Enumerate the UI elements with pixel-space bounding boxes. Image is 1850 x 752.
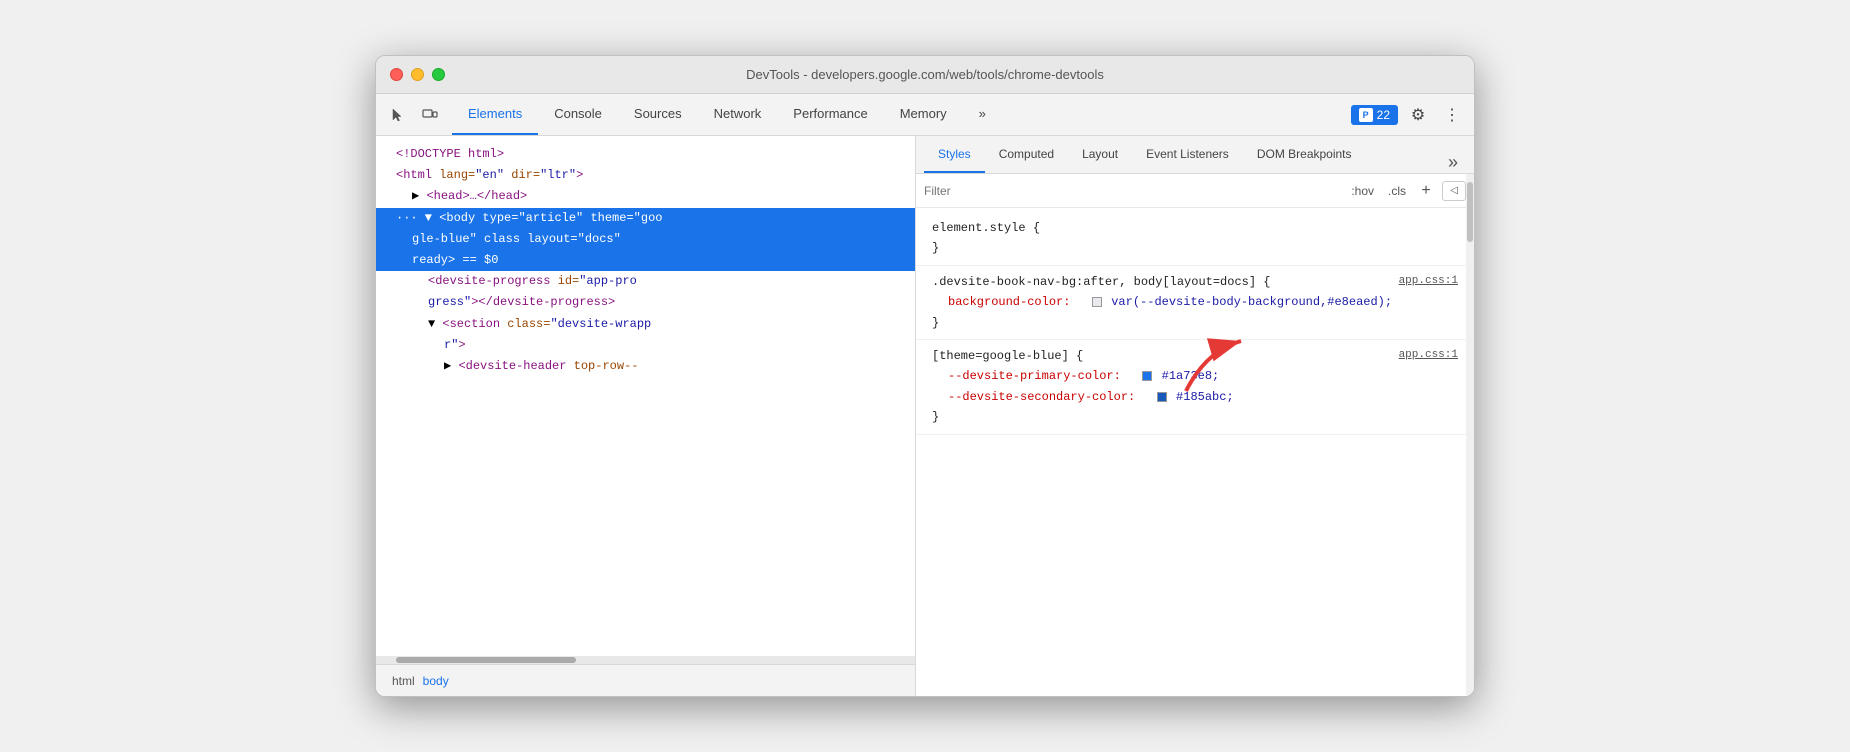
css-selector-devsite-book: .devsite-book-nav-bg:after, body[layout=… <box>932 275 1270 289</box>
filter-bar: :hov .cls + ◁ <box>916 174 1474 208</box>
css-property-secondary: --devsite-secondary-color: <box>948 390 1135 404</box>
console-badge-button[interactable]: P 22 <box>1351 105 1398 125</box>
dom-tree: <!DOCTYPE html> <html lang="en" dir="ltr… <box>376 136 915 656</box>
tab-more[interactable]: » <box>963 94 1002 135</box>
devtools-toolbar: Elements Console Sources Network Perform… <box>376 94 1474 136</box>
dom-line-section-2: r"> <box>376 335 915 356</box>
css-selector: element.style { <box>932 221 1040 235</box>
cursor-icon[interactable] <box>384 101 412 129</box>
tab-event-listeners[interactable]: Event Listeners <box>1132 136 1243 173</box>
dom-line-head[interactable]: ▶ <head>…</head> <box>376 186 915 207</box>
styles-tab-more[interactable]: » <box>1440 152 1466 173</box>
more-menu-icon[interactable]: ⋮ <box>1438 101 1466 129</box>
cls-button[interactable]: .cls <box>1384 182 1410 200</box>
dom-scrollbar-thumb[interactable] <box>396 657 576 663</box>
tab-network[interactable]: Network <box>698 94 778 135</box>
css-value-bg: var(--devsite-body-background,#e8eaed); <box>1111 295 1392 309</box>
tab-computed[interactable]: Computed <box>985 136 1068 173</box>
css-rule-theme-google-blue: [theme=google-blue] { app.css:1 --devsit… <box>916 340 1474 435</box>
css-value-primary: #1a73e8; <box>1162 369 1220 383</box>
hov-button[interactable]: :hov <box>1347 182 1378 200</box>
css-rule-element-style: element.style { } <box>916 212 1474 266</box>
tab-memory[interactable]: Memory <box>884 94 963 135</box>
title-bar: DevTools - developers.google.com/web/too… <box>376 56 1474 94</box>
tab-sources[interactable]: Sources <box>618 94 698 135</box>
color-swatch-e8eaed[interactable] <box>1092 297 1102 307</box>
styles-tabs: Styles Computed Layout Event Listeners D… <box>916 136 1474 174</box>
toolbar-icons <box>384 101 444 129</box>
close-button[interactable] <box>390 68 403 81</box>
devtools-main: <!DOCTYPE html> <html lang="en" dir="ltr… <box>376 136 1474 696</box>
tab-styles[interactable]: Styles <box>924 136 985 173</box>
color-swatch-185abc[interactable] <box>1157 392 1167 402</box>
dom-line-doctype: <!DOCTYPE html> <box>376 144 915 165</box>
toolbar-right: P 22 ⚙ ⋮ <box>1351 101 1466 129</box>
dom-panel: <!DOCTYPE html> <html lang="en" dir="ltr… <box>376 136 916 696</box>
console-badge-icon: P <box>1359 108 1373 122</box>
dom-line-body-1[interactable]: ··· ▼ <body type="article" theme="goo <box>376 208 915 229</box>
tab-performance[interactable]: Performance <box>777 94 883 135</box>
tab-dom-breakpoints[interactable]: DOM Breakpoints <box>1243 136 1366 173</box>
add-style-button[interactable]: + <box>1416 181 1436 201</box>
dom-horizontal-scrollbar[interactable] <box>376 656 915 664</box>
css-property-primary: --devsite-primary-color: <box>948 369 1121 383</box>
dom-line-section[interactable]: ▼ <section class="devsite-wrapp <box>376 314 915 335</box>
tab-console[interactable]: Console <box>538 94 618 135</box>
css-rules: element.style { } .devsite-book-nav-bg:a… <box>916 208 1474 696</box>
maximize-button[interactable] <box>432 68 445 81</box>
app-css-link-2[interactable]: app.css:1 <box>1399 346 1458 365</box>
app-css-link-1[interactable]: app.css:1 <box>1399 272 1458 291</box>
tab-layout[interactable]: Layout <box>1068 136 1132 173</box>
settings-icon[interactable]: ⚙ <box>1404 101 1432 129</box>
scrollbar-thumb[interactable] <box>1467 182 1473 242</box>
dom-line-html: <html lang="en" dir="ltr"> <box>376 165 915 186</box>
device-toggle-icon[interactable] <box>416 101 444 129</box>
tab-elements[interactable]: Elements <box>452 94 538 135</box>
dom-line-body-2: gle-blue" class layout="docs" <box>376 229 915 250</box>
right-scrollbar[interactable] <box>1466 174 1474 696</box>
color-swatch-1a73e8[interactable] <box>1142 371 1152 381</box>
breadcrumb-body[interactable]: body <box>419 672 453 690</box>
styles-panel: Styles Computed Layout Event Listeners D… <box>916 136 1474 696</box>
window-title: DevTools - developers.google.com/web/too… <box>746 67 1104 82</box>
dom-breadcrumb: html body <box>376 664 915 696</box>
css-rule-devsite-book: .devsite-book-nav-bg:after, body[layout=… <box>916 266 1474 340</box>
dom-line-devsite-progress-1: <devsite-progress id="app-pro <box>376 271 915 292</box>
breadcrumb-html[interactable]: html <box>388 672 419 690</box>
css-property-bg-color: background-color: <box>948 295 1070 309</box>
traffic-lights <box>390 68 445 81</box>
dom-line-devsite-progress-2: gress"></devsite-progress> <box>376 292 915 313</box>
dom-line-body-3: ready> == $0 <box>376 250 915 271</box>
devtools-window: DevTools - developers.google.com/web/too… <box>375 55 1475 697</box>
filter-actions: :hov .cls + ◁ <box>1347 181 1466 201</box>
css-value-secondary: #185abc; <box>1176 390 1234 404</box>
filter-input[interactable] <box>924 184 1343 198</box>
css-selector-theme: [theme=google-blue] { <box>932 349 1083 363</box>
minimize-button[interactable] <box>411 68 424 81</box>
devtools-tabs: Elements Console Sources Network Perform… <box>452 94 1351 135</box>
dom-line-devsite-header[interactable]: ▶ <devsite-header top-row-- <box>376 356 915 377</box>
toggle-panel-button[interactable]: ◁ <box>1442 181 1466 201</box>
